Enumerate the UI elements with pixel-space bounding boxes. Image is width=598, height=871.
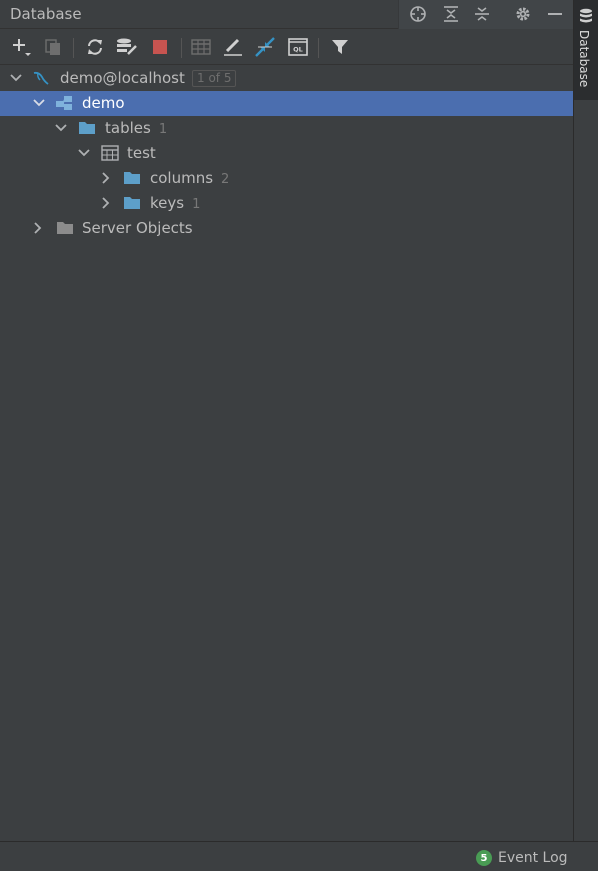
table-label: test	[127, 144, 156, 162]
schema-properties-icon[interactable]	[114, 34, 140, 60]
event-log-widget[interactable]: 5 Event Log	[476, 849, 568, 867]
database-icon	[580, 8, 592, 23]
refresh-icon[interactable]	[82, 34, 108, 60]
chevron-down-icon[interactable]	[9, 71, 23, 85]
toolbar: QL	[0, 30, 573, 65]
event-log-label: Event Log	[498, 850, 568, 866]
event-log-count-badge: 5	[476, 850, 492, 866]
folder-icon	[79, 122, 95, 134]
database-tool-window: Database QL demo@localhost 1 of 5 demo t…	[0, 0, 573, 841]
right-tool-strip: Database	[573, 0, 598, 841]
chevron-right-icon[interactable]	[99, 171, 113, 185]
toolbar-separator	[73, 38, 74, 58]
columns-label: columns	[150, 169, 214, 187]
tree-node-table-test[interactable]: test	[0, 141, 573, 166]
connection-label: demo@localhost	[60, 69, 185, 87]
schema-icon	[56, 96, 72, 110]
table-icon	[101, 145, 119, 161]
mysql-dolphin-icon	[33, 71, 49, 85]
expand-all-icon[interactable]	[436, 0, 466, 28]
chevron-right-icon[interactable]	[31, 221, 45, 235]
status-bar: 5 Event Log	[0, 841, 598, 871]
chevron-down-icon[interactable]	[77, 146, 91, 160]
toolbar-separator	[181, 38, 182, 58]
folder-icon	[57, 222, 73, 234]
filter-icon[interactable]	[327, 34, 353, 60]
columns-count: 2	[221, 172, 230, 187]
toolbar-separator	[318, 38, 319, 58]
svg-text:QL: QL	[293, 46, 303, 54]
keys-count: 1	[192, 197, 201, 212]
table-editor-icon[interactable]	[188, 34, 214, 60]
tool-window-title: Database	[10, 5, 82, 23]
add-icon[interactable]	[8, 34, 34, 60]
schema-label: demo	[82, 94, 125, 112]
connection-count-badge: 1 of 5	[192, 70, 237, 87]
edit-icon[interactable]	[220, 34, 246, 60]
jump-to-console-icon[interactable]	[252, 34, 278, 60]
crosshair-icon[interactable]	[403, 0, 433, 28]
folder-icon	[124, 172, 140, 184]
tree-node-server-objects[interactable]: Server Objects	[0, 216, 573, 241]
header-actions	[398, 0, 573, 29]
collapse-all-icon[interactable]	[467, 0, 497, 28]
tree-node-schema[interactable]: demo	[0, 91, 573, 116]
tree-node-keys[interactable]: keys 1	[0, 191, 573, 216]
folder-icon	[124, 197, 140, 209]
minimize-icon[interactable]	[540, 0, 570, 28]
server-objects-label: Server Objects	[82, 219, 193, 237]
gear-icon[interactable]	[508, 0, 538, 28]
keys-label: keys	[150, 194, 185, 212]
tree-node-tables[interactable]: tables 1	[0, 116, 573, 141]
tables-label: tables	[105, 119, 151, 137]
tree-node-columns[interactable]: columns 2	[0, 166, 573, 191]
tree-node-connection[interactable]: demo@localhost 1 of 5	[0, 66, 573, 91]
chevron-right-icon[interactable]	[99, 196, 113, 210]
tool-window-header: Database	[0, 0, 573, 29]
chevron-down-icon[interactable]	[54, 121, 68, 135]
stop-icon[interactable]	[147, 34, 173, 60]
query-console-icon[interactable]: QL	[285, 34, 311, 60]
database-side-tab[interactable]: Database	[574, 0, 598, 100]
tables-count: 1	[158, 122, 168, 137]
duplicate-icon[interactable]	[40, 34, 66, 60]
chevron-down-icon[interactable]	[32, 96, 46, 110]
database-side-tab-label: Database	[577, 30, 591, 88]
